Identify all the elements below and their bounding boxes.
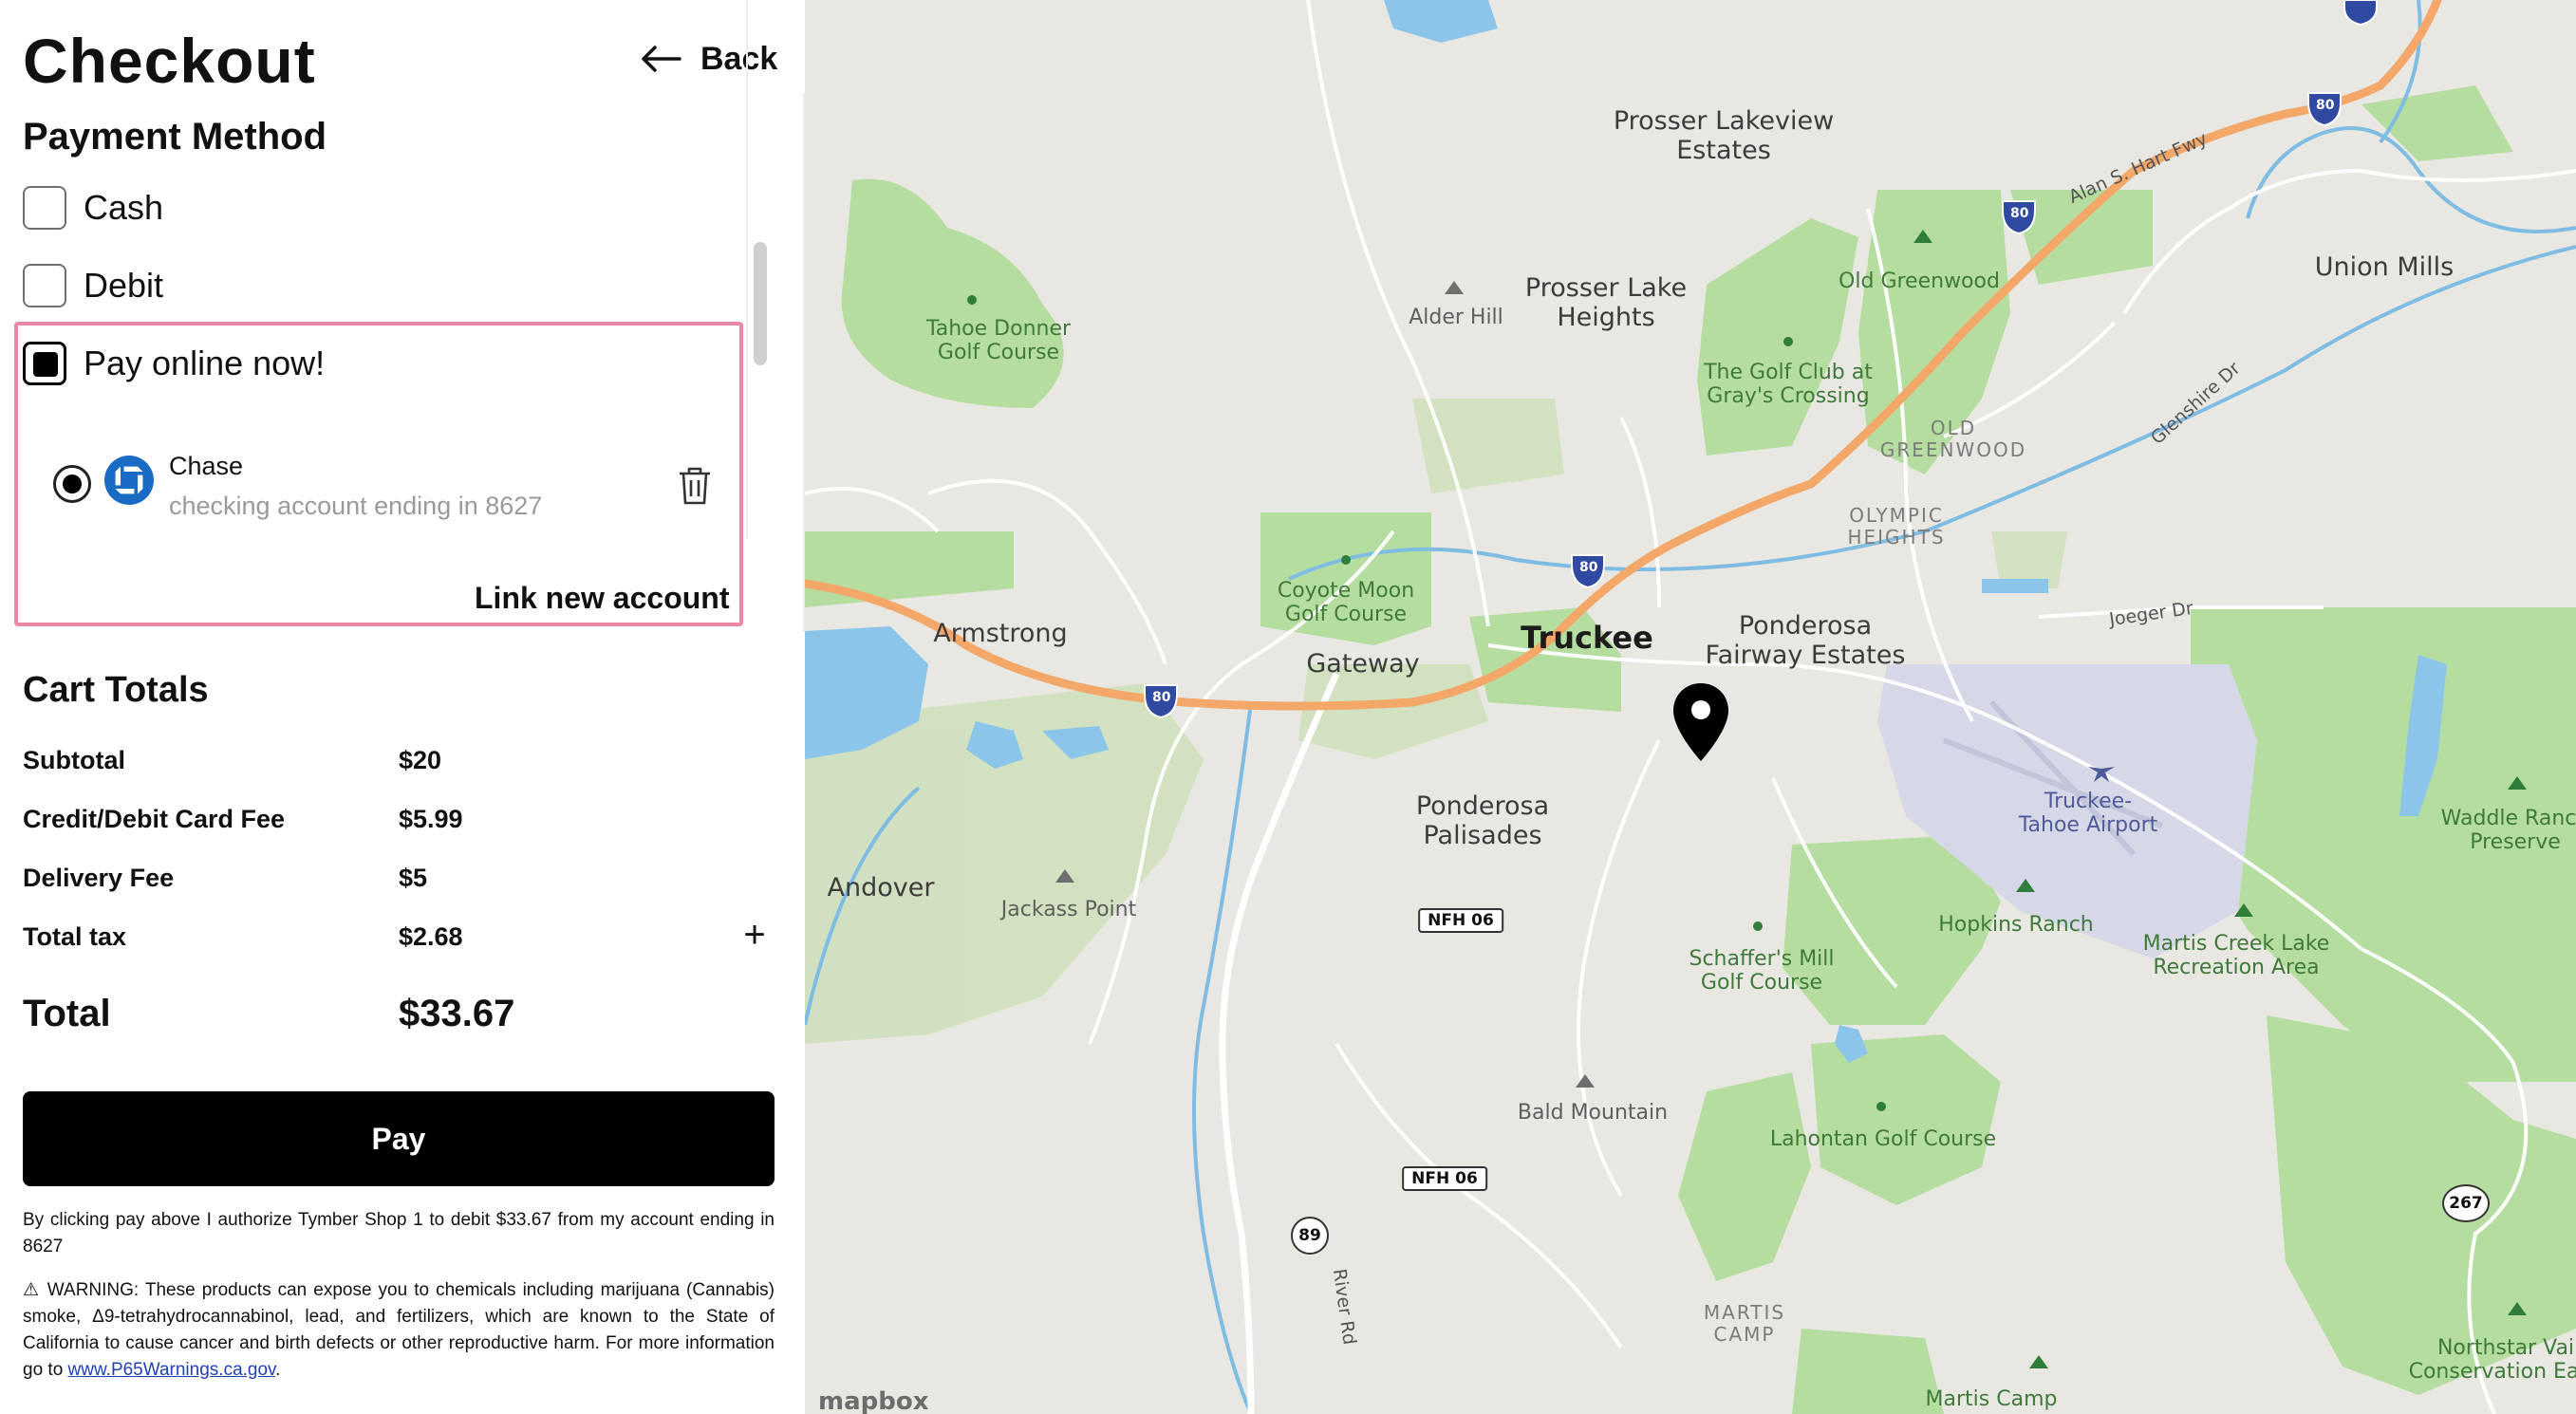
expand-tax-plus-icon[interactable]: +: [738, 916, 771, 954]
total-value: $33.67: [399, 993, 515, 1034]
subtotal-label: Subtotal: [23, 746, 125, 774]
total-tax-label: Total tax: [23, 922, 127, 951]
total-tax-value: $2.68: [399, 922, 463, 951]
place-coyote-moon: Coyote Moon Golf Course: [1277, 579, 1415, 627]
page-title: Checkout: [23, 26, 316, 96]
card-fee-value: $5.99: [399, 805, 463, 833]
map[interactable]: 80 80 80 80 NFH 06 NFH 06 89 267 Alan S.…: [805, 0, 2576, 1414]
place-alder-hill: Alder Hill: [1409, 306, 1503, 329]
payment-option-label: Cash: [84, 188, 164, 227]
total-label: Total: [23, 993, 111, 1034]
place-armstrong: Armstrong: [933, 619, 1068, 648]
place-truckee: Truckee: [1521, 620, 1653, 656]
place-olympic-heights: OLYMPIC HEIGHTS: [1847, 504, 1946, 549]
place-waddle-ranch: Waddle Ranch Preserve: [2440, 807, 2576, 855]
place-ponderosa-fairway: Ponderosa Fairway Estates: [1705, 611, 1906, 671]
cart-totals-heading: Cart Totals: [23, 670, 209, 710]
place-lahontan: Lahontan Golf Course: [1769, 1127, 1997, 1151]
place-truckee-airport: Truckee- Tahoe Airport: [2018, 790, 2158, 838]
location-pin-icon[interactable]: [1671, 681, 1731, 763]
place-martis-creek: Martis Creek Lake Recreation Area: [2142, 932, 2330, 980]
scrollbar-thumb[interactable]: [754, 242, 767, 365]
place-hopkins-ranch: Hopkins Ranch: [1938, 913, 2094, 937]
account-detail: checking account ending in 8627: [169, 492, 543, 520]
place-old-greenwood-area: OLD GREENWOOD: [1879, 417, 2027, 461]
interstate-shield: 80: [2316, 98, 2335, 113]
place-ponderosa-palisades: Ponderosa Palisades: [1415, 791, 1550, 851]
route-nfh06-label: NFH 06: [1418, 908, 1503, 933]
place-schaffers-mill: Schaffer's Mill Golf Course: [1689, 947, 1835, 995]
interstate-shield: 80: [1152, 690, 1171, 705]
payment-option-debit[interactable]: Debit: [23, 264, 163, 307]
trash-icon[interactable]: [676, 465, 714, 507]
place-bald-mountain: Bald Mountain: [1517, 1101, 1669, 1125]
bank-name: Chase: [169, 452, 244, 480]
account-radio[interactable]: [53, 465, 91, 503]
card-fee-label: Credit/Debit Card Fee: [23, 805, 286, 833]
delivery-fee-value: $5: [399, 864, 428, 892]
place-prosser-lake-heights: Prosser Lake Heights: [1524, 273, 1688, 333]
place-gateway: Gateway: [1306, 649, 1420, 679]
pay-online-checkbox[interactable]: [23, 342, 66, 385]
authorization-text: By clicking pay above I authorize Tymber…: [23, 1210, 775, 1256]
link-new-account-link[interactable]: Link new account: [475, 581, 729, 616]
place-union-mills: Union Mills: [2314, 252, 2455, 282]
checkout-panel: Checkout Back Payment Method Cash Debit …: [0, 0, 805, 1414]
delivery-fee-label: Delivery Fee: [23, 864, 175, 892]
route-89-label: 89: [1291, 1217, 1329, 1255]
debit-checkbox[interactable]: [23, 264, 66, 307]
warning-end: .: [275, 1360, 281, 1380]
p65-warnings-link[interactable]: www.P65Warnings.ca.gov: [68, 1360, 276, 1380]
pay-button[interactable]: Pay: [23, 1091, 775, 1186]
payment-option-label: Debit: [84, 266, 164, 305]
place-prosser-lakeview: Prosser Lakeview Estates: [1613, 106, 1835, 166]
place-martis-camp-area: MARTIS CAMP: [1703, 1301, 1786, 1346]
payment-option-label: Pay online now!: [84, 344, 326, 382]
interstate-shield: 80: [1579, 560, 1598, 575]
place-golf-club-grays: The Golf Club at Gray's Crossing: [1704, 361, 1873, 409]
chase-logo-icon: [104, 456, 154, 505]
payment-option-cash[interactable]: Cash: [23, 186, 163, 230]
arrow-left-icon: [642, 46, 681, 72]
interstate-shield: 80: [2010, 206, 2029, 221]
place-andover: Andover: [827, 873, 935, 902]
place-jackass-point: Jackass Point: [1000, 898, 1137, 921]
payment-method-heading: Payment Method: [23, 116, 327, 158]
prop65-warning: ⚠ WARNING: These products can expose you…: [23, 1277, 775, 1384]
mapbox-attribution[interactable]: mapbox: [818, 1387, 929, 1414]
place-martis-camp: Martis Camp: [1925, 1387, 2058, 1411]
route-267-label: 267: [2442, 1184, 2490, 1222]
place-old-greenwood: Old Greenwood: [1839, 270, 2000, 293]
subtotal-value: $20: [399, 746, 442, 774]
place-tahoe-donner: Tahoe Donner Golf Course: [925, 317, 1072, 365]
cash-checkbox[interactable]: [23, 186, 66, 230]
place-northstar: Northstar Vai Conservation Ease: [2408, 1336, 2576, 1385]
route-nfh06-label: NFH 06: [1402, 1166, 1487, 1191]
payment-option-pay-online[interactable]: Pay online now!: [23, 342, 325, 385]
